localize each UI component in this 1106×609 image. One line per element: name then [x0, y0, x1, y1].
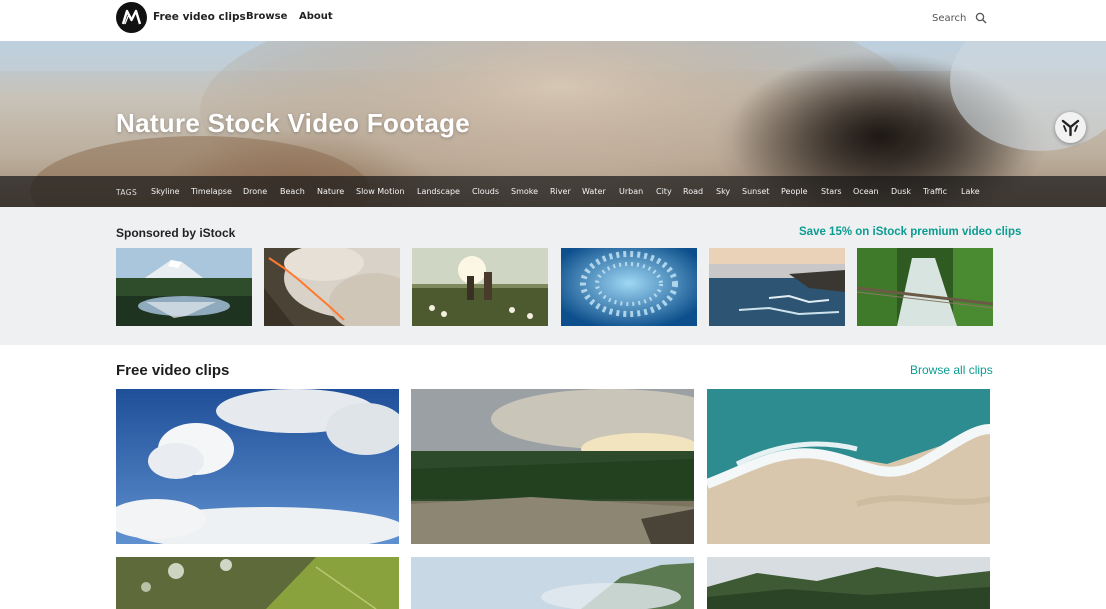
tag-landscape[interactable]: Landscape [417, 187, 460, 196]
tag-road[interactable]: Road [683, 187, 703, 196]
tag-slow-motion[interactable]: Slow Motion [356, 187, 404, 196]
search-box [932, 10, 988, 26]
clip-thumb-ocean-waves[interactable] [707, 389, 990, 544]
tag-smoke[interactable]: Smoke [511, 187, 538, 196]
search-icon[interactable] [975, 12, 987, 24]
tag-sky[interactable]: Sky [716, 187, 730, 196]
nav-browse-link[interactable]: Browse [246, 11, 287, 22]
clip-thumb-green-leaves[interactable] [116, 557, 399, 609]
tag-lake[interactable]: Lake [961, 187, 980, 196]
clip-thumb-forest-river[interactable] [411, 389, 694, 544]
tag-drone[interactable]: Drone [243, 187, 267, 196]
clip-thumb-green-mountains[interactable] [707, 557, 990, 609]
nav-about-link[interactable]: About [299, 11, 333, 22]
nav-brand-link[interactable]: Free video clips [153, 11, 246, 23]
tag-beach[interactable]: Beach [280, 187, 305, 196]
sponsored-section: Sponsored by iStock Save 15% on iStock p… [0, 207, 1106, 345]
tag-ocean[interactable]: Ocean [853, 187, 879, 196]
sponsored-title: Sponsored by iStock [116, 226, 236, 240]
tag-urban[interactable]: Urban [619, 187, 643, 196]
tag-stars[interactable]: Stars [821, 187, 842, 196]
sponsored-thumb-mountain-lake[interactable] [116, 248, 252, 326]
sponsored-thumb-forest-waterfall[interactable] [857, 248, 993, 326]
sponsored-thumb-rocky-coast[interactable] [709, 248, 845, 326]
clip-thumb-clouds-sky[interactable] [116, 389, 399, 544]
tag-water[interactable]: Water [582, 187, 606, 196]
istock-promo-link[interactable]: Save 15% on iStock premium video clips [799, 226, 1021, 238]
search-input[interactable] [932, 10, 970, 26]
tags-label: TAGS [116, 188, 138, 197]
tag-skyline[interactable]: Skyline [151, 187, 180, 196]
site-header: Free video clips Browse About [0, 0, 1106, 41]
browse-all-clips-link[interactable]: Browse all clips [910, 363, 993, 377]
istock-badge-icon[interactable] [1055, 112, 1086, 143]
brand-logo-icon[interactable] [116, 2, 147, 33]
page-title: Nature Stock Video Footage [116, 108, 471, 138]
free-clips-title: Free video clips [116, 362, 230, 379]
clip-thumb-misty-coast[interactable] [411, 557, 694, 609]
tag-nature[interactable]: Nature [317, 187, 344, 196]
sponsored-thumb-fish-school[interactable] [561, 248, 697, 326]
tag-timelapse[interactable]: Timelapse [191, 187, 232, 196]
tag-traffic[interactable]: Traffic [923, 187, 947, 196]
tag-city[interactable]: City [656, 187, 672, 196]
tag-river[interactable]: River [550, 187, 571, 196]
tag-dusk[interactable]: Dusk [891, 187, 911, 196]
sponsored-thumb-field-running[interactable] [412, 248, 548, 326]
tag-people[interactable]: People [781, 187, 808, 196]
tag-sunset[interactable]: Sunset [742, 187, 769, 196]
tag-bar: TAGS Skyline Timelapse Drone Beach Natur… [0, 176, 1106, 207]
tag-clouds[interactable]: Clouds [472, 187, 499, 196]
sponsored-thumb-wildfire-smoke[interactable] [264, 248, 400, 326]
